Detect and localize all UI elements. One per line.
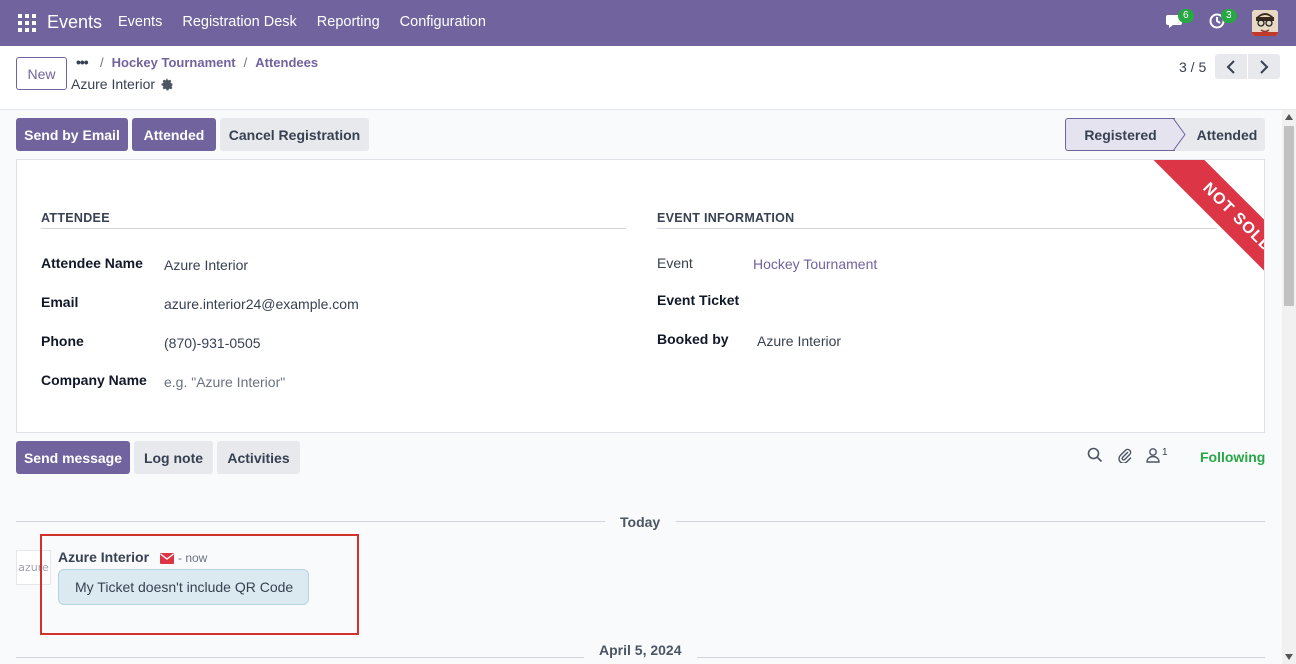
new-button[interactable]: New [16, 57, 67, 90]
log-note-button[interactable]: Log note [134, 441, 213, 474]
activities-button[interactable]: Activities [217, 441, 300, 474]
date-separator-april: April 5, 2024 [599, 642, 682, 658]
cancel-registration-button[interactable]: Cancel Registration [220, 118, 369, 151]
attendee-name-field[interactable]: Azure Interior [164, 257, 248, 273]
event-ticket-label: Event Ticket [657, 292, 740, 308]
company-name-field[interactable]: e.g. "Azure Interior" [164, 374, 285, 390]
company-name-label: Company Name [41, 372, 147, 388]
pager-previous-button[interactable] [1215, 54, 1247, 79]
highlight-annotation-box [40, 534, 359, 635]
status-attended[interactable]: Attended [1175, 118, 1265, 151]
attended-button[interactable]: Attended [132, 118, 216, 151]
menu-item-registration-desk[interactable]: Registration Desk [182, 14, 296, 30]
section-divider [657, 228, 1217, 229]
apps-menu-icon[interactable] [18, 14, 36, 32]
gear-icon[interactable] [161, 78, 174, 91]
event-info-section-title: EVENT INFORMATION [657, 211, 795, 225]
breadcrumb-separator: / [243, 55, 248, 70]
record-name-text: Azure Interior [71, 76, 156, 92]
main-menu: Events Registration Desk Reporting Confi… [118, 14, 486, 30]
scroll-down-arrow-icon[interactable] [1285, 654, 1293, 660]
status-bar: Attended Registered [1065, 118, 1265, 151]
pager-next-button[interactable] [1248, 54, 1280, 79]
attendee-section-title: ATTENDEE [41, 211, 110, 225]
email-field[interactable]: azure.interior24@example.com [164, 296, 359, 312]
scrollbar-thumb[interactable] [1284, 126, 1294, 306]
control-panel: New ••• / Hockey Tournament / Attendees … [0, 46, 1296, 110]
booked-by-field[interactable]: Azure Interior [757, 333, 841, 349]
date-separator-line [697, 657, 1265, 658]
event-link[interactable]: Hockey Tournament [753, 256, 877, 272]
app-brand[interactable]: Events [47, 12, 102, 33]
breadcrumb-hockey-tournament[interactable]: Hockey Tournament [112, 55, 236, 70]
send-by-email-button[interactable]: Send by Email [16, 118, 128, 151]
page-scrollbar[interactable] [1282, 110, 1296, 664]
pager-value[interactable]: 3 / 5 [1179, 59, 1206, 75]
chat-icon[interactable]: 6 [1166, 9, 1194, 33]
event-label: Event [657, 255, 693, 271]
scroll-up-arrow-icon[interactable] [1285, 114, 1293, 120]
section-divider [41, 228, 626, 229]
phone-field[interactable]: (870)-931-0505 [164, 335, 261, 351]
following-button[interactable]: Following [1200, 449, 1265, 465]
date-separator-line [676, 521, 1265, 522]
not-sold-ribbon: NOT SOLD [1146, 160, 1264, 309]
menu-item-reporting[interactable]: Reporting [317, 14, 380, 30]
status-registered[interactable]: Registered [1065, 118, 1175, 151]
search-icon[interactable] [1087, 447, 1103, 463]
chevron-right-icon [1260, 59, 1269, 74]
activity-clock-icon[interactable]: 3 [1209, 9, 1237, 33]
date-separator-line [16, 657, 584, 658]
send-message-button[interactable]: Send message [16, 441, 130, 474]
record-title: Azure Interior [71, 76, 174, 92]
breadcrumb-more-icon[interactable]: ••• [76, 54, 89, 70]
date-separator-today: Today [620, 514, 661, 530]
chevron-left-icon [1226, 59, 1235, 74]
menu-item-events[interactable]: Events [118, 14, 162, 30]
chat-badge: 6 [1178, 9, 1194, 23]
email-label: Email [41, 294, 79, 310]
menu-item-configuration[interactable]: Configuration [400, 14, 486, 30]
paperclip-icon[interactable] [1117, 447, 1133, 463]
user-avatar[interactable] [1252, 10, 1278, 36]
date-separator-line [16, 521, 605, 522]
booked-by-label: Booked by [657, 331, 729, 347]
followers-count: 1 [1162, 447, 1168, 458]
followers-icon[interactable] [1146, 447, 1160, 463]
attendee-name-label: Attendee Name [41, 255, 143, 271]
top-navbar: Events Events Registration Desk Reportin… [0, 0, 1296, 46]
status-arrow [1173, 118, 1186, 151]
phone-label: Phone [41, 333, 84, 349]
activity-badge: 3 [1221, 9, 1237, 23]
breadcrumb-separator: / [100, 55, 104, 70]
form-sheet: NOT SOLD ATTENDEE Attendee Name Azure In… [16, 159, 1265, 433]
breadcrumb-attendees[interactable]: Attendees [255, 55, 318, 70]
breadcrumb: / Hockey Tournament / Attendees [100, 55, 318, 70]
